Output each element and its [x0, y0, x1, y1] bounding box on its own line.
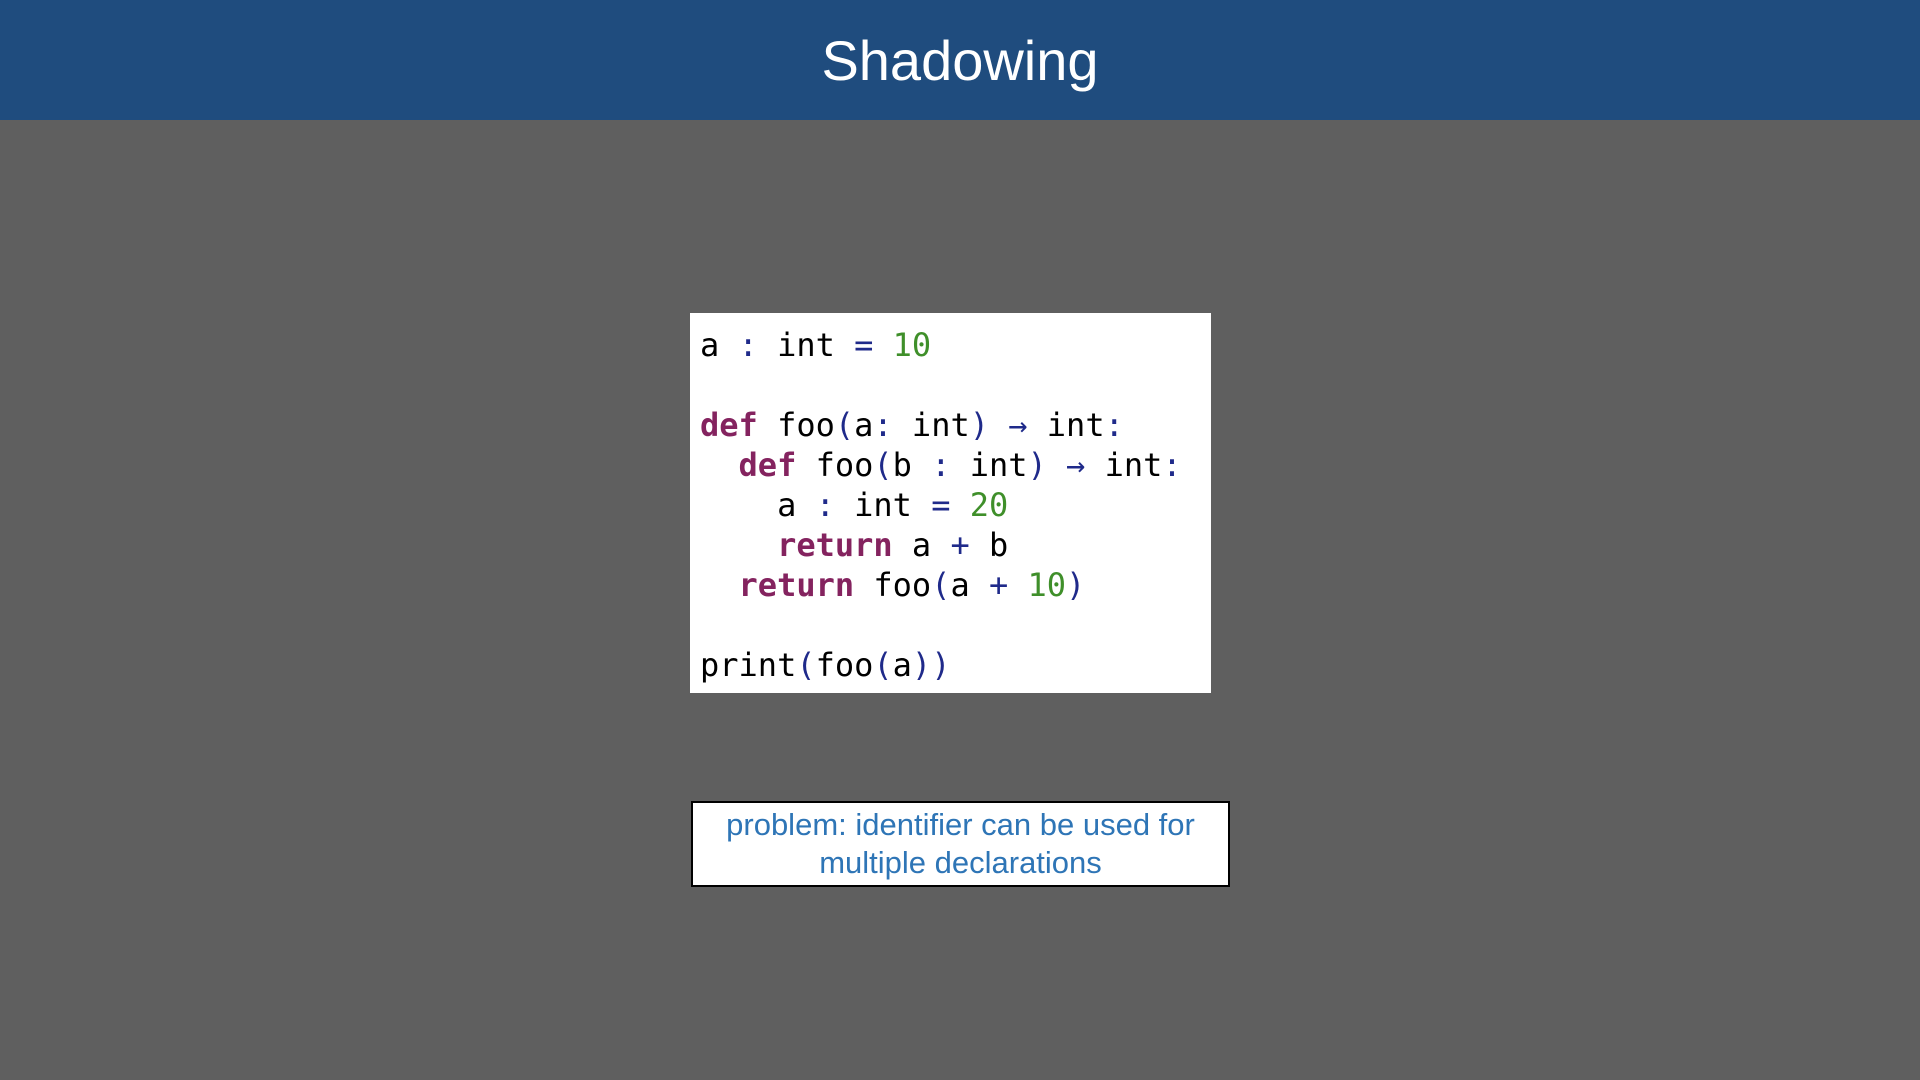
code-token: return [738, 566, 855, 604]
code-token: : [1162, 446, 1182, 484]
code-token: def [738, 446, 797, 484]
code-token: foo [796, 446, 874, 484]
code-token: → [1066, 446, 1086, 484]
code-token: ( [931, 566, 951, 604]
code-token: int [757, 326, 855, 364]
code-token: : [815, 486, 835, 524]
code-token: 10 [1027, 566, 1067, 604]
code-token: ( [873, 446, 893, 484]
code-token: ( [873, 646, 893, 684]
code-line: def foo(b : int) → int: [700, 445, 1211, 485]
code-block: a : int = 10 def foo(a: int) → int: def f… [690, 313, 1211, 693]
code-token: int [950, 446, 1028, 484]
code-token: + [988, 566, 1009, 604]
code-token: a [700, 326, 720, 364]
code-token: : [873, 406, 893, 444]
slide-header: Shadowing [0, 0, 1920, 120]
code-token: → [1008, 406, 1028, 444]
note-text: problem: identifier can be used for mult… [726, 807, 1195, 880]
code-token: a [854, 406, 874, 444]
code-token: ( [834, 406, 855, 444]
code-token: 20 [969, 486, 1009, 524]
code-token: return [777, 526, 893, 564]
code-token: a [700, 486, 816, 524]
code-token: )) [911, 646, 951, 684]
code-token: foo [815, 646, 874, 684]
code-token: ( [796, 646, 816, 684]
code-line: a : int = 10 [700, 325, 1211, 365]
code-token: foo [854, 566, 932, 604]
code-line: def foo(a: int) → int: [700, 405, 1211, 445]
code-line: a : int = 20 [700, 485, 1211, 525]
code-token: int [892, 406, 970, 444]
code-token: int [1027, 406, 1105, 444]
code-token: ) [969, 406, 989, 444]
code-token: foo [757, 406, 835, 444]
code-token: : [931, 446, 951, 484]
code-line: return a + b [700, 525, 1211, 565]
code-line: print(foo(a)) [700, 645, 1211, 685]
code-token: int [1085, 446, 1163, 484]
code-token: a [892, 646, 912, 684]
code-token: b [969, 526, 1009, 564]
code-token: print [700, 646, 797, 684]
code-token: def [700, 406, 758, 444]
code-token: b [892, 446, 932, 484]
code-token: ) [1066, 566, 1086, 604]
code-token: a [950, 566, 989, 604]
slide-title: Shadowing [821, 29, 1099, 92]
code-token: ) [1027, 446, 1047, 484]
code-line: return foo(a + 10) [700, 565, 1211, 605]
code-token: : [1104, 406, 1124, 444]
code-token: = [931, 486, 951, 524]
code-token: a [892, 526, 951, 564]
code-token: int [834, 486, 932, 524]
code-token: = [854, 326, 874, 364]
code-token: 10 [892, 326, 932, 364]
code-token: : [738, 326, 758, 364]
note-callout: problem: identifier can be used for mult… [691, 801, 1230, 887]
code-token: + [950, 526, 970, 564]
